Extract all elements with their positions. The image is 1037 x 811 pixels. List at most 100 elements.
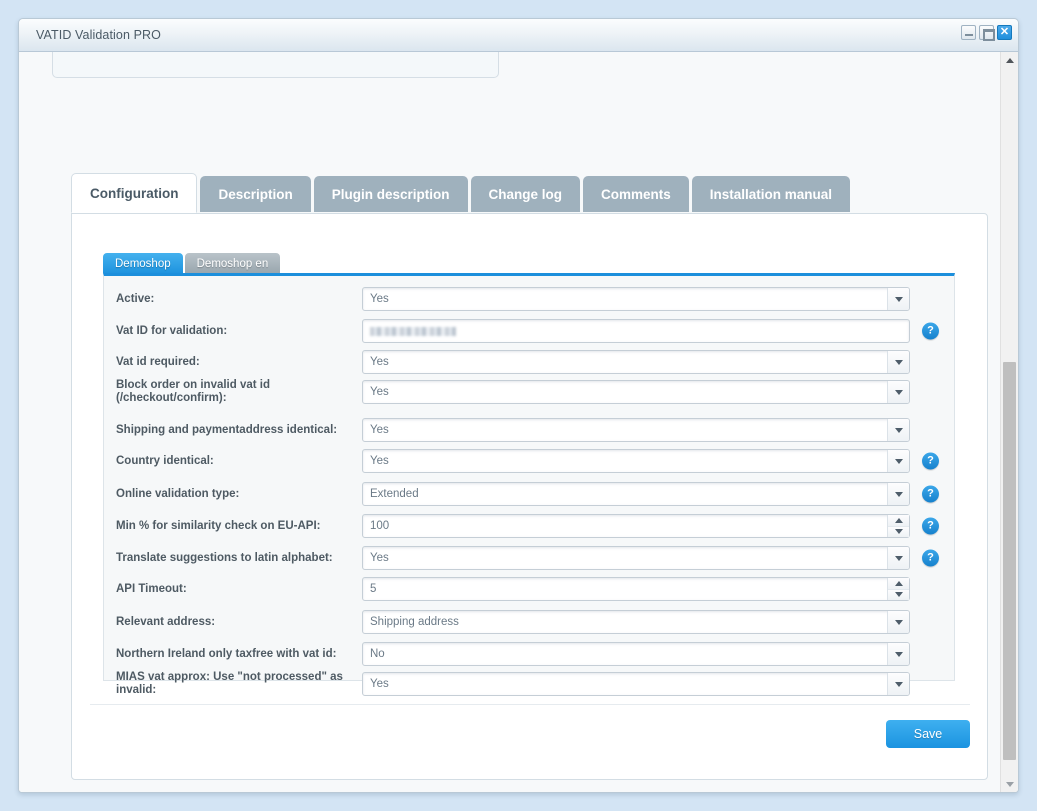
tab-label: Installation manual [709, 186, 833, 202]
chevron-down-icon [894, 681, 903, 687]
dropdown-arrow-button[interactable] [887, 611, 909, 633]
stepper-increment-button[interactable] [888, 578, 909, 589]
dropdown-arrow-button[interactable] [887, 547, 909, 569]
tab-change-log[interactable]: Change log [470, 176, 581, 212]
number-stepper[interactable]: 100 [362, 514, 910, 538]
field-value: 5 [370, 583, 377, 595]
help-icon[interactable]: ? [922, 452, 939, 470]
dropdown-arrow-button[interactable] [887, 381, 909, 403]
form-row: Translate suggestions to latin alphabet:… [104, 546, 954, 570]
dropdown-arrow-button[interactable] [887, 419, 909, 441]
field-label: Relevant address: [116, 615, 216, 628]
tab-installation-manual[interactable]: Installation manual [691, 176, 851, 212]
save-bar: Save [90, 704, 970, 766]
application-window: VATID Validation PRO ✕ Configuration Desc… [18, 18, 1019, 793]
stepper-increment-button[interactable] [888, 515, 909, 526]
select-dropdown[interactable]: Shipping address [362, 610, 910, 634]
select-dropdown[interactable]: No [362, 642, 910, 666]
form-row: Relevant address: Shipping address [104, 610, 954, 634]
field-value: Yes [370, 678, 389, 690]
field-value: Yes [370, 356, 389, 368]
configuration-tab-panel: Demoshop Demoshop en Active: Yes Vat ID for… [71, 213, 988, 780]
dropdown-arrow-button[interactable] [887, 483, 909, 505]
select-dropdown[interactable]: Yes [362, 546, 910, 570]
field-control: Yes? [362, 546, 939, 570]
scrollbar-thumb[interactable] [1003, 362, 1016, 760]
field-label: Min % for similarity check on EU-API: [116, 519, 321, 532]
field-control: Yes [362, 418, 910, 442]
field-control: 5 [362, 577, 910, 601]
field-control: Shipping address [362, 610, 910, 634]
dropdown-arrow-button[interactable] [887, 351, 909, 373]
field-label: Vat id required: [116, 355, 200, 368]
select-dropdown[interactable]: Yes [362, 449, 910, 473]
select-dropdown[interactable]: Extended [362, 482, 910, 506]
vertical-scrollbar[interactable] [1000, 52, 1018, 792]
field-value: Yes [370, 455, 389, 467]
chevron-down-icon [894, 458, 903, 464]
field-control: Extended? [362, 482, 939, 506]
select-dropdown[interactable]: Yes [362, 672, 910, 696]
chevron-down-icon [894, 359, 903, 365]
dropdown-arrow-button[interactable] [887, 643, 909, 665]
field-value: Shipping address [370, 616, 459, 628]
chevron-up-icon [1005, 58, 1014, 63]
field-value: 100 [370, 520, 390, 532]
tab-description[interactable]: Description [200, 176, 311, 212]
top-button-panel-partial [52, 52, 499, 78]
tab-plugin-description[interactable]: Plugin description [313, 176, 468, 212]
select-dropdown[interactable]: Yes [362, 418, 910, 442]
field-label: Active: [116, 292, 155, 305]
subtab-demoshop-en[interactable]: Demoshop en [184, 253, 281, 275]
select-dropdown[interactable]: Yes [362, 350, 910, 374]
form-row: Vat id required: Yes [104, 350, 954, 374]
select-dropdown[interactable]: Yes [362, 287, 910, 311]
scroll-up-button[interactable] [1001, 52, 1018, 69]
field-value: Yes [370, 386, 389, 398]
stepper-decrement-button[interactable] [888, 588, 909, 600]
save-button[interactable]: Save [886, 720, 970, 748]
help-icon[interactable]: ? [922, 549, 939, 567]
maximize-icon[interactable] [979, 25, 995, 41]
field-control: ? [362, 319, 939, 343]
field-label: API Timeout: [116, 582, 187, 595]
dropdown-arrow-button[interactable] [887, 673, 909, 695]
field-value: Extended [370, 488, 419, 500]
tab-label: Plugin description [331, 186, 450, 202]
stepper-decrement-button[interactable] [888, 525, 909, 537]
subtab-label: Demoshop en [196, 258, 269, 270]
vat-id-input[interactable] [362, 319, 910, 343]
window-controls: ✕ [961, 25, 1012, 41]
subtab-label: Demoshop [115, 258, 171, 270]
help-icon[interactable]: ? [922, 517, 939, 535]
help-icon[interactable]: ? [922, 485, 939, 503]
field-label: MIAS vat approx: Use "not processed" as … [116, 671, 343, 696]
field-value: Yes [370, 293, 389, 305]
field-control: No [362, 642, 910, 666]
dropdown-arrow-button[interactable] [887, 288, 909, 310]
redacted-value [370, 326, 456, 336]
chevron-down-icon [894, 651, 903, 657]
scroll-down-button[interactable] [1001, 776, 1018, 792]
window-body: Configuration Description Plugin descripti… [19, 52, 1018, 792]
help-icon[interactable]: ? [922, 322, 939, 340]
caret-down-icon [894, 529, 903, 535]
field-label: Block order on invalid vat id (/checkout… [116, 379, 271, 404]
title-bar: VATID Validation PRO ✕ [19, 19, 1018, 52]
form-row: Vat ID for validation:? [104, 319, 954, 343]
tab-comments[interactable]: Comments [583, 176, 689, 212]
tab-configuration[interactable]: Configuration [71, 173, 198, 213]
field-control: Yes [362, 672, 910, 696]
subtab-demoshop[interactable]: Demoshop [103, 253, 183, 275]
chevron-down-icon [894, 491, 903, 497]
caret-up-icon [894, 580, 903, 586]
chevron-down-icon [894, 619, 903, 625]
minimize-icon[interactable] [961, 25, 976, 40]
select-dropdown[interactable]: Yes [362, 380, 910, 404]
dropdown-arrow-button[interactable] [887, 450, 909, 472]
form-row: API Timeout: 5 [104, 577, 954, 601]
number-stepper[interactable]: 5 [362, 577, 910, 601]
close-icon[interactable]: ✕ [997, 25, 1012, 40]
tab-label: Change log [488, 186, 563, 202]
tab-label: Comments [601, 186, 671, 202]
